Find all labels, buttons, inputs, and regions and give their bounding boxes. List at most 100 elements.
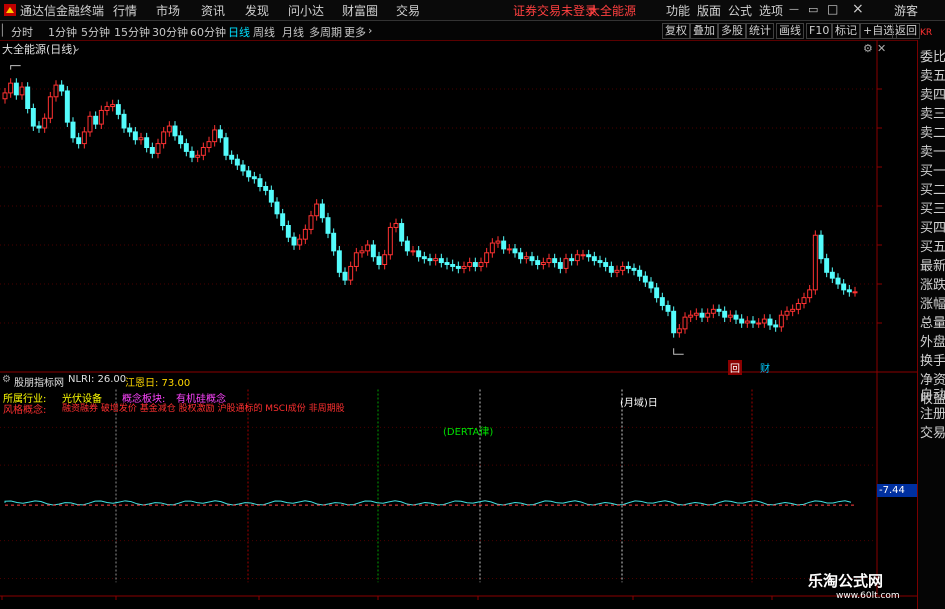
candle-body (597, 260, 603, 264)
derta-label: (DERTA律) (443, 427, 494, 438)
marker-cai[interactable]: 财 (760, 360, 770, 375)
candle-body (665, 304, 671, 312)
candle-body (427, 258, 433, 262)
quote-field-15[interactable]: 外盘 (920, 331, 945, 350)
quote-field-10[interactable]: 买五 (920, 236, 945, 255)
candle-body (223, 137, 229, 156)
candle-body (144, 137, 150, 148)
candle-body (115, 104, 121, 115)
candle-body (495, 240, 501, 244)
quote-field-8[interactable]: 买三 (920, 198, 945, 217)
candle-body (64, 90, 70, 123)
quote-field-9[interactable]: 买四 (920, 217, 945, 236)
candle-body (512, 248, 518, 254)
candle-body (450, 264, 456, 267)
quote-field-7[interactable]: 买二 (920, 179, 945, 198)
candle-body (246, 170, 252, 178)
candle-body (387, 226, 393, 256)
candle-body (608, 265, 614, 273)
candle-body (455, 265, 461, 269)
candle-body (835, 277, 841, 285)
candle-body (603, 262, 609, 267)
candle-body (19, 86, 25, 96)
candle-body (705, 312, 711, 318)
candle-body (127, 127, 133, 133)
candle-body (36, 125, 42, 129)
indicator-line (4, 500, 852, 506)
candle-body (433, 258, 439, 262)
panel-tag: KR (920, 28, 933, 38)
quote-field-5[interactable]: 卖一 (920, 141, 945, 160)
candle-body (217, 129, 223, 139)
candle-body (342, 271, 348, 281)
candle-body (546, 258, 552, 264)
candle-body (353, 252, 359, 267)
candle-body (671, 310, 677, 334)
candle-body (444, 262, 450, 265)
quote-field-4[interactable]: 卖二 (920, 122, 945, 141)
quote-field-13[interactable]: 涨幅 (920, 293, 945, 312)
candle-body (852, 291, 858, 294)
quote-field-2[interactable]: 卖四 (920, 84, 945, 103)
candle-body (274, 201, 280, 215)
indicator-settings-icon[interactable]: ⚙ (2, 374, 11, 385)
candle-body (648, 281, 654, 289)
candle-body (710, 308, 716, 314)
quote-field-16[interactable]: 换手 (920, 350, 945, 369)
candle-body (801, 297, 807, 304)
candle-body (733, 314, 739, 320)
candle-body (336, 250, 342, 273)
candle-body (744, 320, 750, 324)
quote-field-11[interactable]: 最新 (920, 255, 945, 274)
side-action-1[interactable]: 注册 (920, 403, 945, 422)
candle-body (302, 228, 308, 240)
candle-body (121, 113, 127, 129)
candle-body (631, 267, 637, 271)
candle-body (767, 318, 773, 326)
candle-body (586, 254, 592, 258)
marker-hui[interactable]: 回 (728, 360, 742, 375)
candle-body (773, 324, 779, 328)
candle-body (523, 256, 529, 260)
candle-body (104, 106, 110, 111)
candle-body (314, 203, 320, 217)
candle-body (183, 143, 189, 152)
candle-body (790, 308, 796, 312)
candle-body (2, 92, 8, 100)
candle-body (189, 150, 195, 158)
candle-body (393, 223, 399, 228)
candle-body (841, 283, 847, 291)
candle-body (676, 328, 682, 334)
candle-body (382, 254, 388, 265)
candle-body (489, 242, 495, 254)
candle-body (149, 147, 155, 154)
candle-body (30, 108, 36, 127)
candle-body (506, 248, 512, 251)
candle-body (229, 154, 235, 160)
candle-body (563, 258, 569, 269)
candle-body (25, 86, 31, 110)
quote-field-1[interactable]: 卖五 (920, 65, 945, 84)
quote-field-14[interactable]: 总量 (920, 312, 945, 331)
candle-body (376, 256, 382, 266)
candle-body (484, 252, 490, 264)
candle-body (818, 234, 824, 260)
candle-body (659, 297, 665, 306)
quote-field-0[interactable]: 委比 (920, 46, 945, 65)
candle-body (399, 223, 405, 242)
candle-body (166, 125, 172, 133)
chart-canvas (0, 40, 917, 600)
candle-body (8, 82, 14, 94)
quote-field-12[interactable]: 涨跌 (920, 274, 945, 293)
side-action-0[interactable]: 自动 (920, 384, 945, 403)
candle-body (535, 260, 541, 266)
candle-body (795, 303, 801, 310)
candle-body (348, 265, 354, 281)
nlri-readout: NLRI: 26.00 (68, 374, 127, 385)
quote-field-6[interactable]: 买一 (920, 160, 945, 179)
side-action-2[interactable]: 交易 (920, 422, 945, 441)
quote-field-3[interactable]: 卖三 (920, 103, 945, 122)
candle-body (552, 258, 558, 264)
candle-body (778, 314, 784, 328)
candle-body (234, 158, 240, 166)
